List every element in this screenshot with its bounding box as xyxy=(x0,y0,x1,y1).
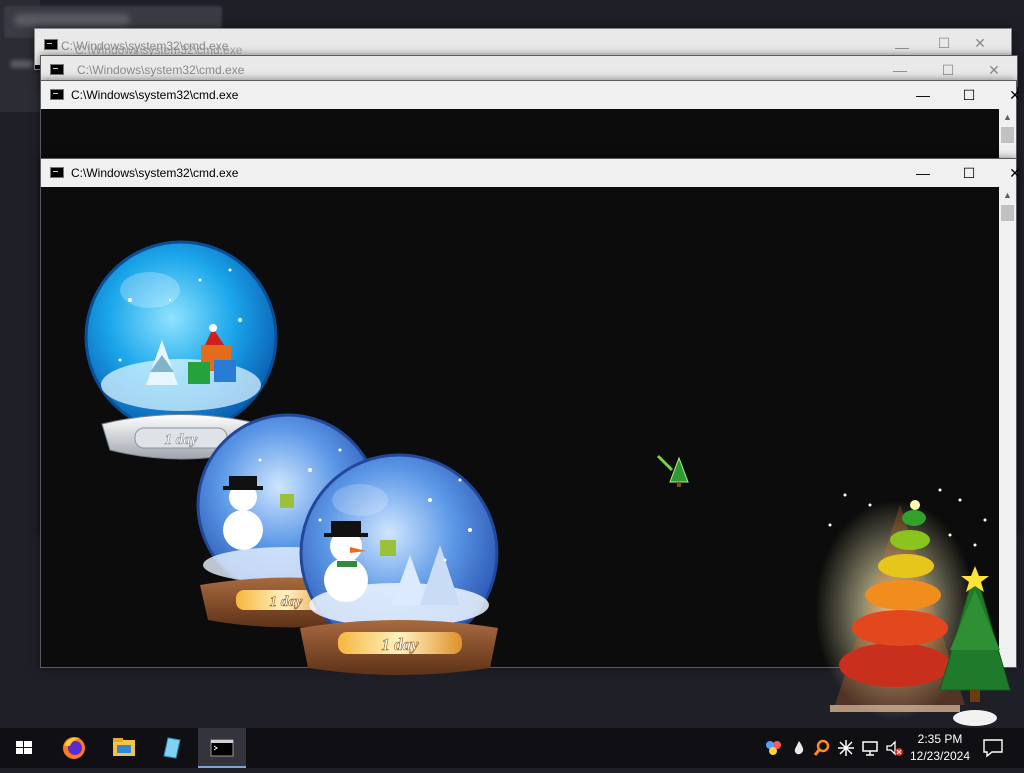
snow-globe-wood-front[interactable]: 1 day xyxy=(299,453,499,675)
search-icon[interactable] xyxy=(812,738,832,758)
notepad-button[interactable] xyxy=(148,728,196,768)
file-explorer-icon xyxy=(113,738,135,756)
notepad-icon xyxy=(163,737,181,759)
cmd-icon xyxy=(210,739,234,757)
firefox-button[interactable] xyxy=(50,728,98,768)
water-drop-icon[interactable] xyxy=(789,738,809,758)
notification-button[interactable] xyxy=(974,728,1014,768)
christmas-tree-gadget[interactable] xyxy=(815,488,1011,727)
colorful-app-icon[interactable] xyxy=(764,738,784,758)
globe-label: 1 day xyxy=(270,594,303,610)
windows-start-icon xyxy=(16,741,32,754)
globe-label: 1 day xyxy=(381,635,419,654)
globe-label: 1 day xyxy=(165,432,198,448)
desktop-decorations: 1 day 1 day 1 day xyxy=(84,240,1011,727)
tree-cursor-icon xyxy=(656,454,689,487)
network-star-icon[interactable] xyxy=(836,738,856,758)
file-explorer-button[interactable] xyxy=(100,728,148,768)
firefox-icon xyxy=(63,737,85,759)
start-button[interactable] xyxy=(0,728,48,768)
speaker-muted-icon[interactable] xyxy=(884,738,904,758)
cmd-taskbar-button[interactable] xyxy=(198,728,246,768)
clock-date: 12/23/2024 xyxy=(909,749,971,763)
notification-icon xyxy=(983,739,1003,758)
system-clock[interactable]: 2:35 PM 12/23/2024 xyxy=(904,731,976,765)
monitor-icon[interactable] xyxy=(860,738,880,758)
clock-time: 2:35 PM xyxy=(917,732,963,746)
taskbar: 2:35 PM 12/23/2024 xyxy=(0,728,1024,768)
